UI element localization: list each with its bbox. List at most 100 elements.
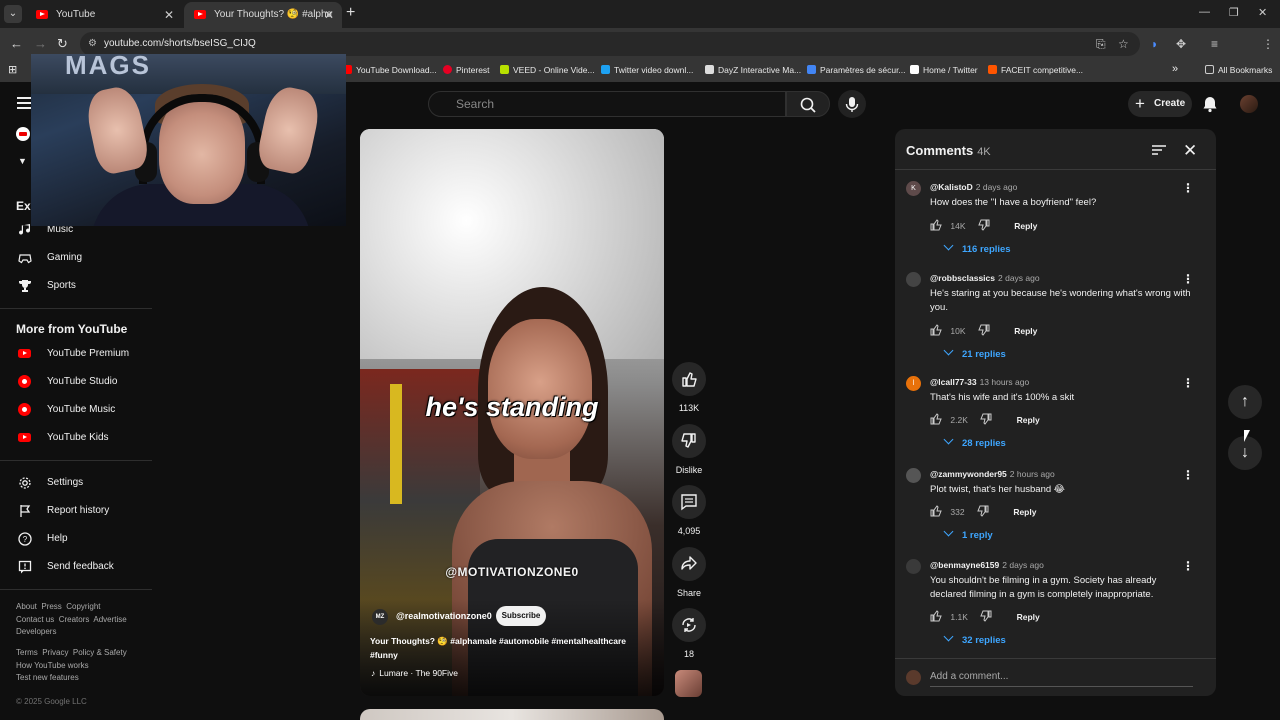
close-comments-icon[interactable]: ✕ bbox=[1183, 141, 1197, 161]
tab-short[interactable]: Your Thoughts? 🧐 #alpha ✕ bbox=[184, 2, 342, 28]
view-replies-button[interactable]: 116 replies bbox=[945, 242, 1011, 255]
extension-icon[interactable]: ◗ bbox=[1151, 37, 1158, 51]
like-button[interactable]: 113K bbox=[670, 362, 708, 413]
footer-links-secondary[interactable]: Terms Privacy Policy & Safety How YouTub… bbox=[16, 647, 127, 685]
bookmark-pinterest[interactable]: Pinterest bbox=[443, 65, 490, 75]
comment-avatar[interactable]: K bbox=[906, 181, 921, 196]
bookmark-dayz[interactable]: DayZ Interactive Ma... bbox=[705, 65, 801, 75]
sound-thumbnail[interactable] bbox=[675, 670, 702, 697]
forward-icon[interactable]: → bbox=[34, 36, 47, 51]
comment-more-icon[interactable]: ⋮ bbox=[1182, 468, 1194, 482]
view-replies-button[interactable]: 28 replies bbox=[945, 436, 1006, 449]
site-info-icon[interactable]: ⚙ bbox=[88, 32, 97, 56]
sidebar-item-youtube-premium[interactable]: YouTube Premium bbox=[0, 340, 152, 368]
comment-avatar[interactable] bbox=[906, 272, 921, 287]
thumbs-down-icon[interactable] bbox=[980, 413, 992, 427]
all-bookmarks[interactable]: All Bookmarks bbox=[1205, 65, 1272, 75]
thumbs-down-icon[interactable] bbox=[978, 324, 990, 338]
sidebar-item-sports[interactable]: Sports bbox=[0, 272, 152, 300]
create-button[interactable]: + Create bbox=[1128, 91, 1192, 117]
thumbs-up-icon[interactable] bbox=[930, 324, 942, 338]
comment-more-icon[interactable]: ⋮ bbox=[1182, 376, 1194, 390]
search-button[interactable] bbox=[786, 91, 830, 117]
sidebar-item-report-history[interactable]: Report history bbox=[0, 497, 152, 525]
sidebar-item-youtube-music[interactable]: YouTube Music bbox=[0, 396, 152, 424]
reply-button[interactable]: Reply bbox=[1014, 221, 1037, 231]
video-title[interactable]: Your Thoughts? 🧐 #alphamale #automobile … bbox=[370, 634, 655, 662]
url-field[interactable]: ⚙ youtube.com/shorts/bseISG_CIJQ bbox=[80, 32, 1140, 56]
comment-author[interactable]: @robbsclassics 2 days ago bbox=[930, 273, 1040, 283]
back-icon[interactable]: ← bbox=[10, 36, 23, 51]
sort-comments-button[interactable] bbox=[1152, 143, 1166, 161]
comment-author[interactable]: @zammywonder95 2 hours ago bbox=[930, 469, 1055, 479]
comment-more-icon[interactable]: ⋮ bbox=[1182, 559, 1194, 573]
chevron-down-icon[interactable]: ▼ bbox=[18, 156, 27, 166]
dislike-button[interactable]: Dislike bbox=[670, 424, 708, 475]
thumbs-up-icon[interactable] bbox=[930, 219, 942, 233]
reply-button[interactable]: Reply bbox=[1017, 415, 1040, 425]
comment-author[interactable]: @KalistoD 2 days ago bbox=[930, 182, 1017, 192]
install-app-icon[interactable]: ⎘ bbox=[1096, 37, 1106, 52]
share-button[interactable]: Share bbox=[670, 547, 708, 598]
remix-button[interactable]: 18 bbox=[670, 608, 708, 659]
close-window-icon[interactable]: ✕ bbox=[1258, 6, 1267, 19]
subscribe-button[interactable]: Subscribe bbox=[496, 606, 546, 626]
comment-avatar[interactable]: l bbox=[906, 376, 921, 391]
sidebar-item-send-feedback[interactable]: Send feedback bbox=[0, 553, 152, 581]
tab-search-button[interactable]: ⌄ bbox=[4, 5, 22, 23]
notifications-button[interactable] bbox=[1202, 95, 1218, 118]
bookmark-home-twitter[interactable]: Home / Twitter bbox=[910, 65, 978, 75]
search-input[interactable]: Search bbox=[428, 91, 786, 117]
sidebar-item-youtube-studio[interactable]: YouTube Studio bbox=[0, 368, 152, 396]
close-tab-icon[interactable]: ✕ bbox=[164, 2, 174, 28]
comment-avatar[interactable] bbox=[906, 559, 921, 574]
previous-short-button[interactable]: ↑ bbox=[1228, 385, 1262, 419]
voice-search-button[interactable] bbox=[838, 90, 866, 118]
close-tab-icon[interactable]: ✕ bbox=[324, 2, 334, 28]
sidebar-item-help[interactable]: ? Help bbox=[0, 525, 152, 553]
sidebar-item-settings[interactable]: Settings bbox=[0, 469, 152, 497]
channel-name[interactable]: @realmotivationzone0 bbox=[396, 611, 492, 621]
channel-avatar[interactable]: MZ bbox=[372, 609, 388, 625]
sidebar-item-youtube-kids[interactable]: YouTube Kids bbox=[0, 424, 152, 452]
bookmark-youtube-download[interactable]: YouTube Download... bbox=[343, 65, 437, 75]
comments-button[interactable]: 4,095 bbox=[670, 485, 708, 536]
channel-logo-icon[interactable] bbox=[16, 127, 30, 141]
bookmark-twitter-video[interactable]: Twitter video downl... bbox=[601, 65, 693, 75]
comment-author[interactable]: @lcall77-33 13 hours ago bbox=[930, 377, 1029, 387]
add-comment-input[interactable]: Add a comment... bbox=[930, 671, 1193, 687]
sidebar-item-gaming[interactable]: Gaming bbox=[0, 244, 152, 272]
next-short-preview[interactable] bbox=[360, 709, 664, 720]
bookmark-star-icon[interactable]: ☆ bbox=[1118, 37, 1129, 51]
comment-more-icon[interactable]: ⋮ bbox=[1182, 272, 1194, 286]
reload-icon[interactable]: ↻ bbox=[57, 36, 68, 52]
short-video-player[interactable]: he's standing @MOTIVATIONZONE0 MZ @realm… bbox=[360, 129, 664, 696]
new-tab-icon[interactable]: + bbox=[346, 4, 355, 22]
view-replies-button[interactable]: 32 replies bbox=[945, 633, 1006, 646]
reply-button[interactable]: Reply bbox=[1013, 507, 1036, 517]
account-avatar[interactable] bbox=[1240, 95, 1258, 113]
apps-grid-icon[interactable]: ⊞ bbox=[8, 63, 17, 76]
minimize-icon[interactable]: — bbox=[1199, 6, 1210, 18]
media-control-icon[interactable]: ≡ bbox=[1211, 37, 1218, 51]
bookmark-security-settings[interactable]: Paramètres de sécur... bbox=[807, 65, 906, 75]
browser-menu-icon[interactable]: ⋮ bbox=[1262, 37, 1274, 51]
comment-author[interactable]: @benmayne6159 2 days ago bbox=[930, 560, 1044, 570]
tab-youtube[interactable]: YouTube ✕ bbox=[26, 2, 182, 28]
comment-avatar[interactable] bbox=[906, 468, 921, 483]
menu-icon[interactable] bbox=[17, 97, 31, 112]
thumbs-up-icon[interactable] bbox=[930, 610, 942, 624]
music-link[interactable]: Lumare · The 90Five bbox=[371, 668, 458, 678]
thumbs-down-icon[interactable] bbox=[978, 219, 990, 233]
reply-button[interactable]: Reply bbox=[1014, 326, 1037, 336]
bookmark-faceit[interactable]: FACEIT competitive... bbox=[988, 65, 1083, 75]
comment-more-icon[interactable]: ⋮ bbox=[1182, 181, 1194, 195]
bookmark-veed[interactable]: VEED - Online Vide... bbox=[500, 65, 595, 75]
reply-button[interactable]: Reply bbox=[1017, 612, 1040, 622]
restore-icon[interactable]: ❐ bbox=[1229, 6, 1239, 19]
thumbs-down-icon[interactable] bbox=[980, 610, 992, 624]
thumbs-up-icon[interactable] bbox=[930, 413, 942, 427]
view-replies-button[interactable]: 1 reply bbox=[945, 528, 993, 541]
extensions-puzzle-icon[interactable]: ✥ bbox=[1176, 37, 1186, 51]
view-replies-button[interactable]: 21 replies bbox=[945, 347, 1006, 360]
